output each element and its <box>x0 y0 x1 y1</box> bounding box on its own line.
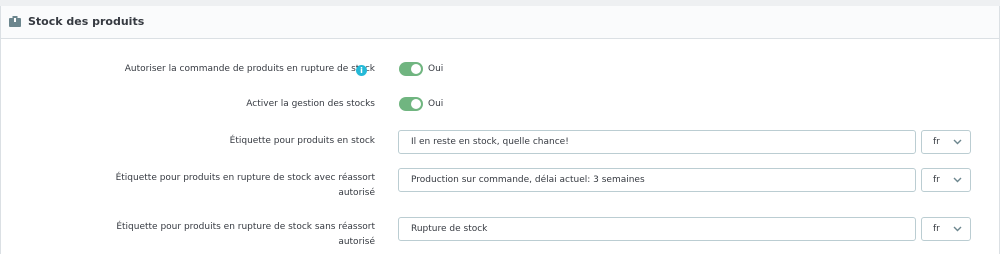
lang-code: fr <box>933 175 940 185</box>
chevron-down-icon <box>953 139 962 145</box>
allow-backorders-value: Oui <box>428 64 444 74</box>
lang-code: fr <box>933 137 940 147</box>
backorder-allowed-label-label: Étiquette pour produits en rupture de st… <box>115 173 375 198</box>
backorder-denied-label-input[interactable]: Rupture de stock <box>398 217 916 241</box>
in-stock-label-input[interactable]: Il en reste en stock, quelle chance! <box>398 130 916 154</box>
toggle-knob <box>411 64 421 74</box>
lang-code: fr <box>933 224 940 234</box>
backorder-denied-lang-select[interactable]: fr <box>921 217 971 241</box>
in-stock-lang-select[interactable]: fr <box>921 130 971 154</box>
backorder-allowed-label-input[interactable]: Production sur commande, délai actuel: 3… <box>398 168 916 192</box>
backorder-allowed-label-value: Production sur commande, délai actuel: 3… <box>411 175 645 185</box>
box-icon <box>9 16 21 27</box>
backorder-denied-label-label: Étiquette pour produits en rupture de st… <box>116 222 375 247</box>
section-title: Stock des produits <box>28 15 145 28</box>
allow-backorders-toggle[interactable] <box>399 62 423 76</box>
card-header: Stock des produits <box>1 6 999 39</box>
in-stock-label-label: Étiquette pour produits en stock <box>229 136 375 146</box>
chevron-down-icon <box>953 177 962 183</box>
stock-management-toggle[interactable] <box>399 97 423 111</box>
backorder-allowed-lang-select[interactable]: fr <box>921 168 971 192</box>
toggle-knob <box>411 99 421 109</box>
stock-management-label: Activer la gestion des stocks <box>246 99 375 109</box>
in-stock-label-value: Il en reste en stock, quelle chance! <box>411 137 569 147</box>
backorder-denied-label-value: Rupture de stock <box>411 224 488 234</box>
info-icon[interactable]: i <box>356 65 367 76</box>
allow-backorders-label: Autoriser la commande de produits en rup… <box>124 64 375 74</box>
stock-management-value: Oui <box>428 99 444 109</box>
chevron-down-icon <box>953 226 962 232</box>
